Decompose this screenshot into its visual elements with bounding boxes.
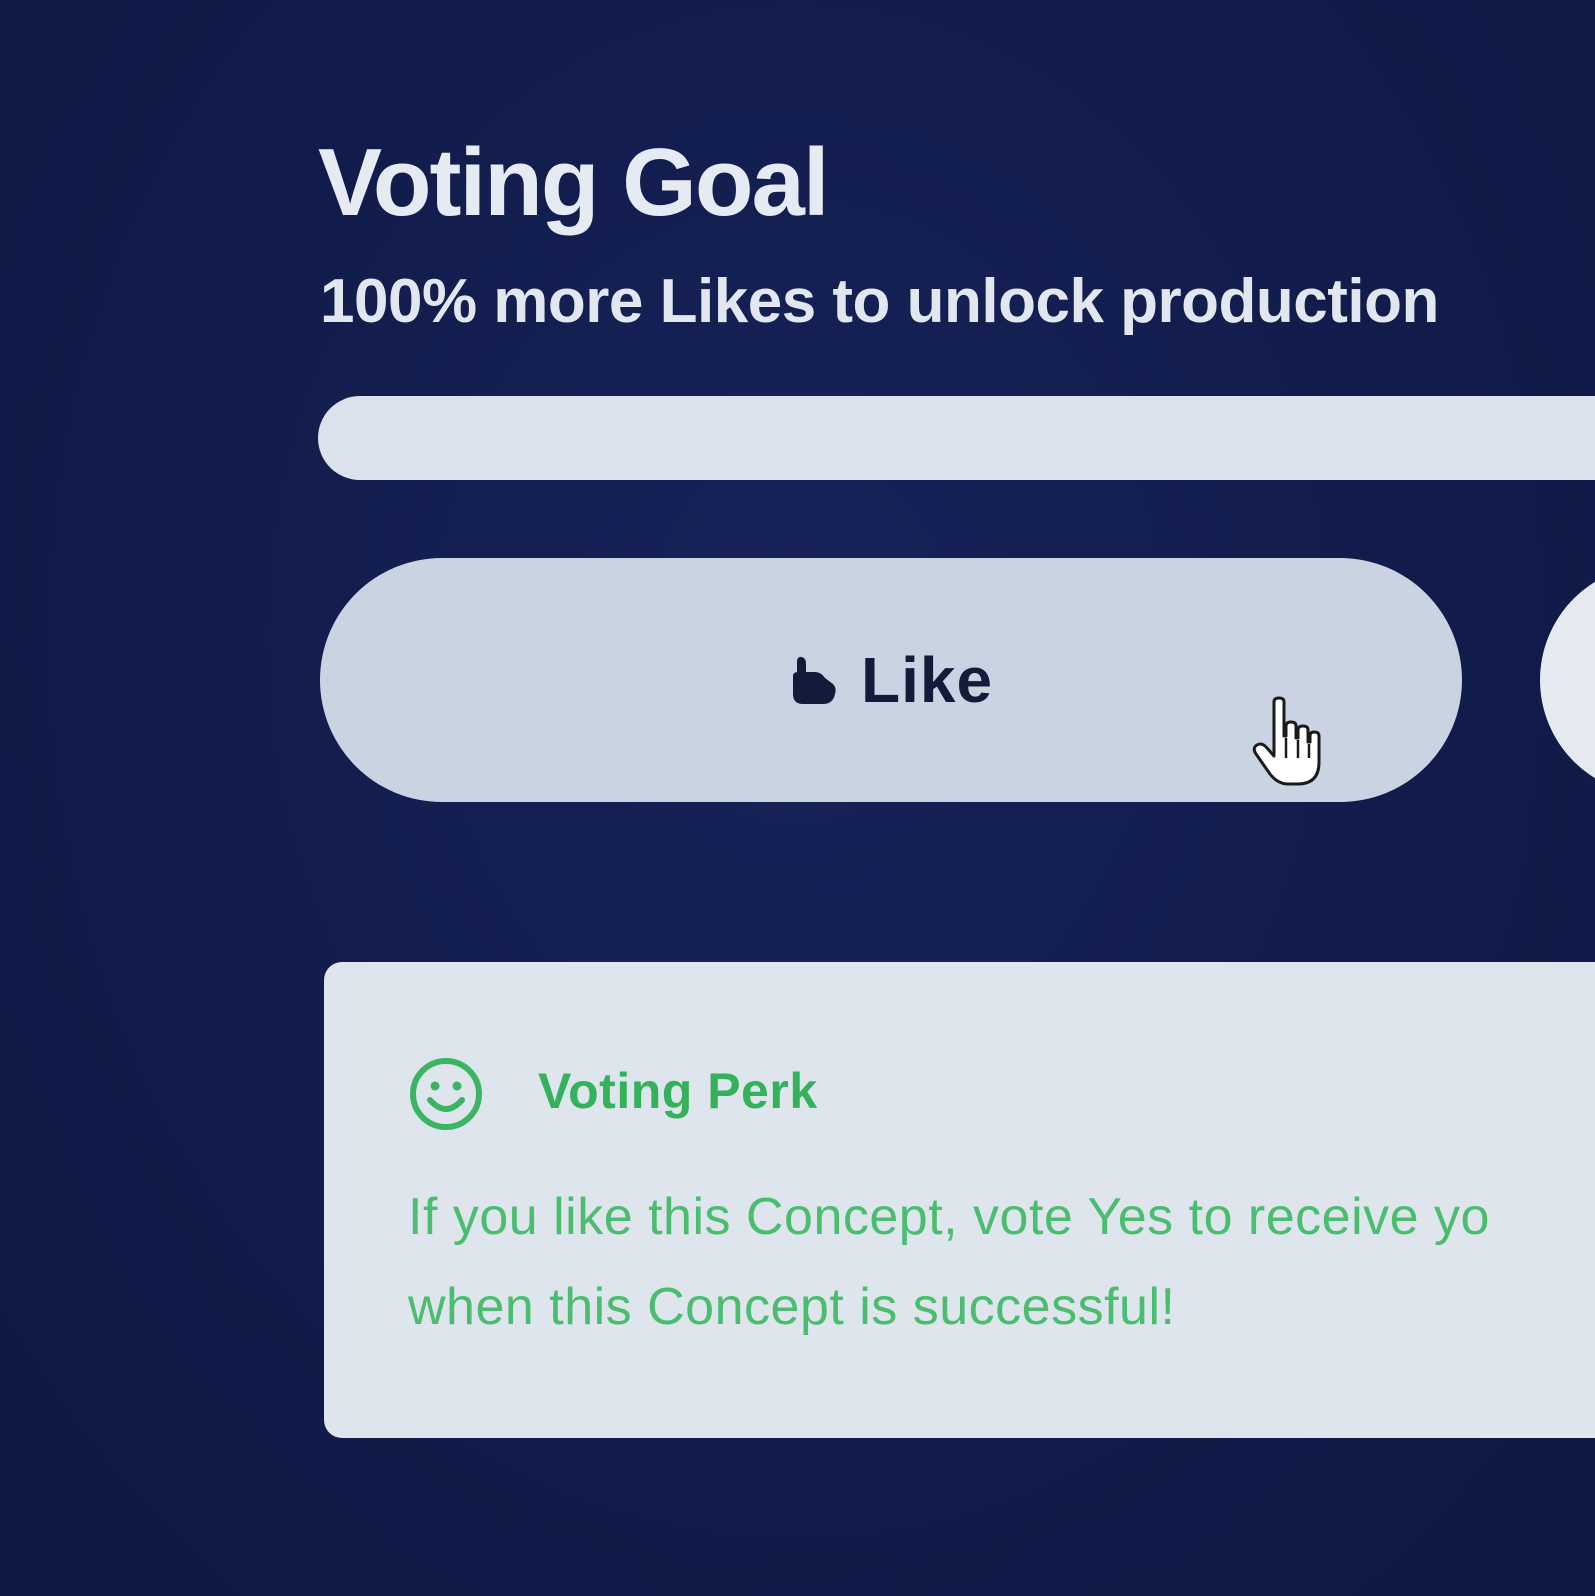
voting-perk-description: If you like this Concept, vote Yes to re…	[408, 1172, 1595, 1352]
voting-perk-title: Voting Perk	[538, 1063, 818, 1119]
voting-page: Voting Goal 100% more Likes to unlock pr…	[0, 0, 1595, 1596]
pointer-hand-icon	[1252, 696, 1321, 786]
perk-text-line-1: If you like this Concept, vote Yes to re…	[408, 1188, 1490, 1246]
voting-progress-bar	[318, 396, 1595, 480]
voting-perk-card: Voting Perk If you like this Concept, vo…	[324, 962, 1595, 1438]
smiley-face-icon	[410, 1058, 482, 1130]
voting-goal-subtitle: 100% more Likes to unlock production	[320, 267, 1439, 336]
like-label: Like	[860, 644, 994, 716]
voting-goal-title: Voting Goal	[318, 129, 830, 236]
perk-text-line-2: when this Concept is successful!	[408, 1278, 1176, 1336]
dislike-button[interactable]	[1540, 565, 1595, 795]
thumbs-up-icon	[792, 656, 836, 704]
